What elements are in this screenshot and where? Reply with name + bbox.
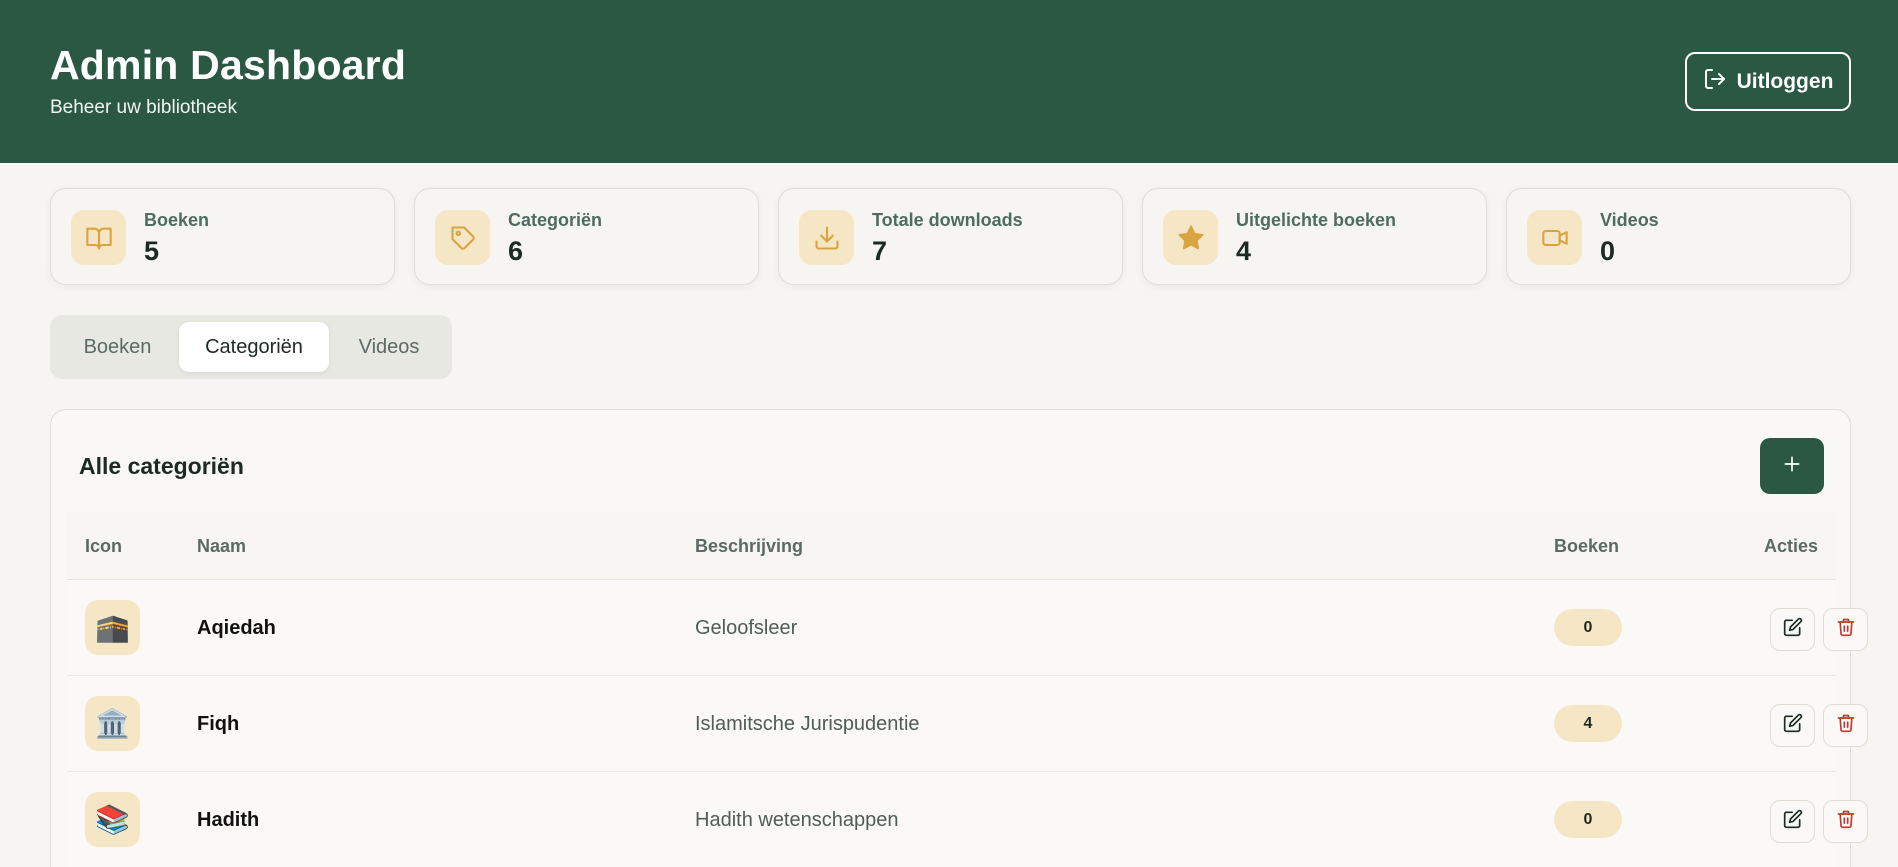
category-description: Geloofsleer — [695, 617, 798, 639]
categories-panel: Alle categoriën Icon Naam Beschrijving B… — [50, 409, 1868, 867]
tab-categories[interactable]: Categoriën — [179, 322, 329, 372]
book-count-badge: 0 — [1554, 609, 1622, 646]
download-icon — [799, 210, 854, 265]
header: Admin Dashboard Beheer uw bibliotheek Ui… — [0, 0, 1898, 163]
delete-button[interactable] — [1823, 608, 1868, 651]
books-icon: 📚 — [85, 792, 140, 847]
table-header: Icon Naam Beschrijving Boeken Acties — [67, 512, 1836, 580]
table-row: 🕋 Aqiedah Geloofsleer 0 — [67, 580, 1868, 676]
tab-videos[interactable]: Videos — [333, 322, 445, 372]
star-icon — [1163, 210, 1218, 265]
stat-value: 7 — [872, 236, 888, 266]
column-header-actions: Acties — [1763, 536, 1818, 556]
category-name: Fiqh — [197, 713, 240, 735]
edit-icon — [1783, 617, 1803, 642]
stat-value: 6 — [508, 236, 524, 266]
panel-title: Alle categoriën — [79, 453, 244, 479]
book-count-badge: 4 — [1554, 705, 1622, 742]
stat-label: Videos — [1600, 210, 1659, 230]
page-title: Admin Dashboard — [50, 42, 407, 88]
category-name: Hadith — [197, 809, 260, 831]
stat-card-categories: Categoriën 6 — [414, 188, 759, 285]
add-category-button[interactable] — [1760, 438, 1824, 494]
tab-bar: Boeken Categoriën Videos — [50, 315, 452, 379]
classical-building-icon: 🏛️ — [85, 696, 140, 751]
stat-label: Uitgelichte boeken — [1236, 210, 1397, 230]
edit-icon — [1783, 809, 1803, 834]
logout-label: Uitloggen — [1736, 69, 1834, 93]
trash-icon — [1836, 809, 1856, 834]
stat-label: Categoriën — [508, 210, 603, 230]
category-name: Aqiedah — [197, 617, 276, 639]
edit-button[interactable] — [1770, 608, 1815, 651]
trash-icon — [1836, 713, 1856, 738]
stat-value: 0 — [1600, 236, 1616, 266]
column-header-icon: Icon — [85, 536, 123, 556]
tag-icon — [435, 210, 490, 265]
video-icon — [1527, 210, 1582, 265]
category-description: Hadith wetenschappen — [695, 809, 899, 831]
categories-table: Icon Naam Beschrijving Boeken Acties 🕋 A… — [67, 512, 1868, 867]
book-count-badge: 0 — [1554, 801, 1622, 838]
stat-value: 5 — [144, 236, 160, 266]
table-row: 📚 Hadith Hadith wetenschappen 0 — [67, 772, 1868, 867]
stat-label: Totale downloads — [872, 210, 1023, 230]
stat-value: 4 — [1236, 236, 1252, 266]
edit-button[interactable] — [1770, 800, 1815, 843]
kaaba-icon: 🕋 — [85, 600, 140, 655]
column-header-description: Beschrijving — [695, 536, 804, 556]
table-row: 🏛️ Fiqh Islamitsche Jurispudentie 4 — [67, 676, 1868, 772]
stat-label: Boeken — [144, 210, 210, 230]
stat-card-downloads: Totale downloads 7 — [778, 188, 1123, 285]
edit-button[interactable] — [1770, 704, 1815, 747]
page-subtitle: Beheer uw bibliotheek — [50, 97, 237, 118]
trash-icon — [1836, 617, 1856, 642]
tab-books[interactable]: Boeken — [60, 322, 175, 372]
delete-button[interactable] — [1823, 704, 1868, 747]
column-header-books: Boeken — [1554, 536, 1620, 556]
edit-icon — [1783, 713, 1803, 738]
stats-row: Boeken 5 Categoriën 6 Totale downloads 7… — [50, 188, 1851, 285]
logout-button[interactable]: Uitloggen — [1685, 52, 1851, 111]
column-header-name: Naam — [197, 536, 247, 556]
logout-icon — [1703, 67, 1727, 97]
category-description: Islamitsche Jurispudentie — [695, 713, 920, 735]
stat-card-books: Boeken 5 — [50, 188, 395, 285]
book-icon — [71, 210, 126, 265]
stat-card-videos: Videos 0 — [1506, 188, 1851, 285]
plus-icon — [1782, 454, 1802, 479]
stat-card-featured: Uitgelichte boeken 4 — [1142, 188, 1487, 285]
delete-button[interactable] — [1823, 800, 1868, 843]
